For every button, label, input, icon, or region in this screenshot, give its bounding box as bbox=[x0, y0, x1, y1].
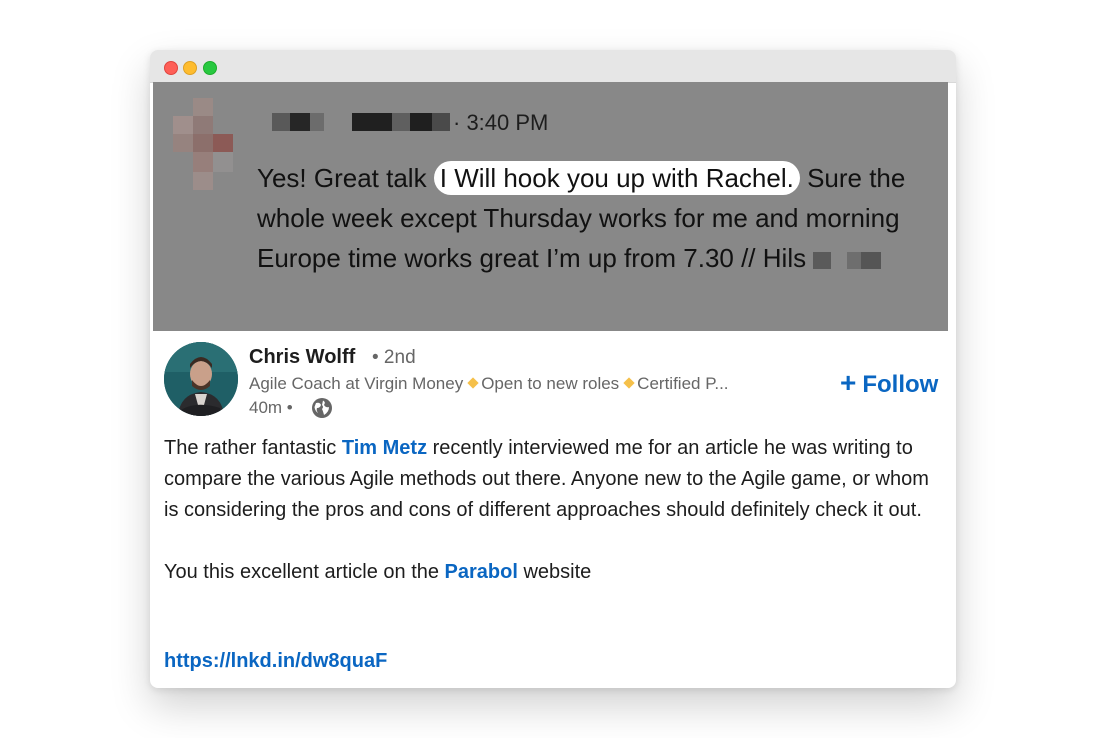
signoff-redacted bbox=[813, 243, 882, 273]
post-text-segment: You this excellent article on the bbox=[164, 561, 445, 583]
minimize-dot-icon[interactable] bbox=[183, 61, 197, 75]
plus-icon: + bbox=[840, 367, 857, 398]
author-headline: Agile Coach at Virgin Money Open to new r… bbox=[249, 374, 814, 394]
article-link[interactable]: https://lnkd.in/dw8quaF bbox=[164, 650, 387, 673]
post-paragraph: You this excellent article on the Parabo… bbox=[164, 557, 944, 588]
mention-tim-metz[interactable]: Tim Metz bbox=[342, 437, 427, 459]
diamond-icon bbox=[623, 377, 635, 389]
close-dot-icon[interactable] bbox=[164, 61, 178, 75]
message-text: Yes! Great talk I Will hook you up with … bbox=[257, 158, 937, 278]
message-signoff: Hils bbox=[762, 243, 807, 273]
sender-avatar-pixelated bbox=[173, 98, 233, 190]
message-card: · 3:40 PM Yes! Great talk I Will hook yo… bbox=[153, 82, 948, 331]
connection-degree: • 2nd bbox=[372, 347, 416, 368]
diamond-icon bbox=[467, 377, 479, 389]
post-text-segment: The rather fantastic bbox=[164, 437, 342, 459]
headline-certified: Certified P... bbox=[637, 374, 729, 393]
follow-button[interactable]: + Follow bbox=[840, 367, 938, 399]
app-window: · 3:40 PM Yes! Great talk I Will hook yo… bbox=[150, 50, 956, 688]
post-body: The rather fantastic Tim Metz recently i… bbox=[164, 433, 944, 588]
headline-role: Agile Coach at Virgin Money bbox=[249, 374, 464, 393]
zoom-dot-icon[interactable] bbox=[203, 61, 217, 75]
author-photo bbox=[164, 342, 238, 416]
headline-open-to-work: Open to new roles bbox=[481, 374, 620, 393]
message-text-start: Yes! Great talk bbox=[257, 163, 434, 193]
mention-parabol[interactable]: Parabol bbox=[445, 561, 518, 583]
globe-icon bbox=[311, 397, 333, 424]
post-text-segment: website bbox=[517, 561, 592, 583]
author-avatar[interactable] bbox=[164, 342, 238, 416]
post-time: 40m • bbox=[249, 398, 293, 417]
message-timestamp: · 3:40 PM bbox=[453, 110, 549, 135]
highlighted-phrase: I Will hook you up with Rachel. bbox=[433, 161, 800, 195]
follow-label: Follow bbox=[862, 371, 939, 398]
author-name[interactable]: Chris Wolff bbox=[249, 346, 355, 369]
post-paragraph: The rather fantastic Tim Metz recently i… bbox=[164, 433, 944, 526]
window-titlebar bbox=[150, 50, 956, 83]
